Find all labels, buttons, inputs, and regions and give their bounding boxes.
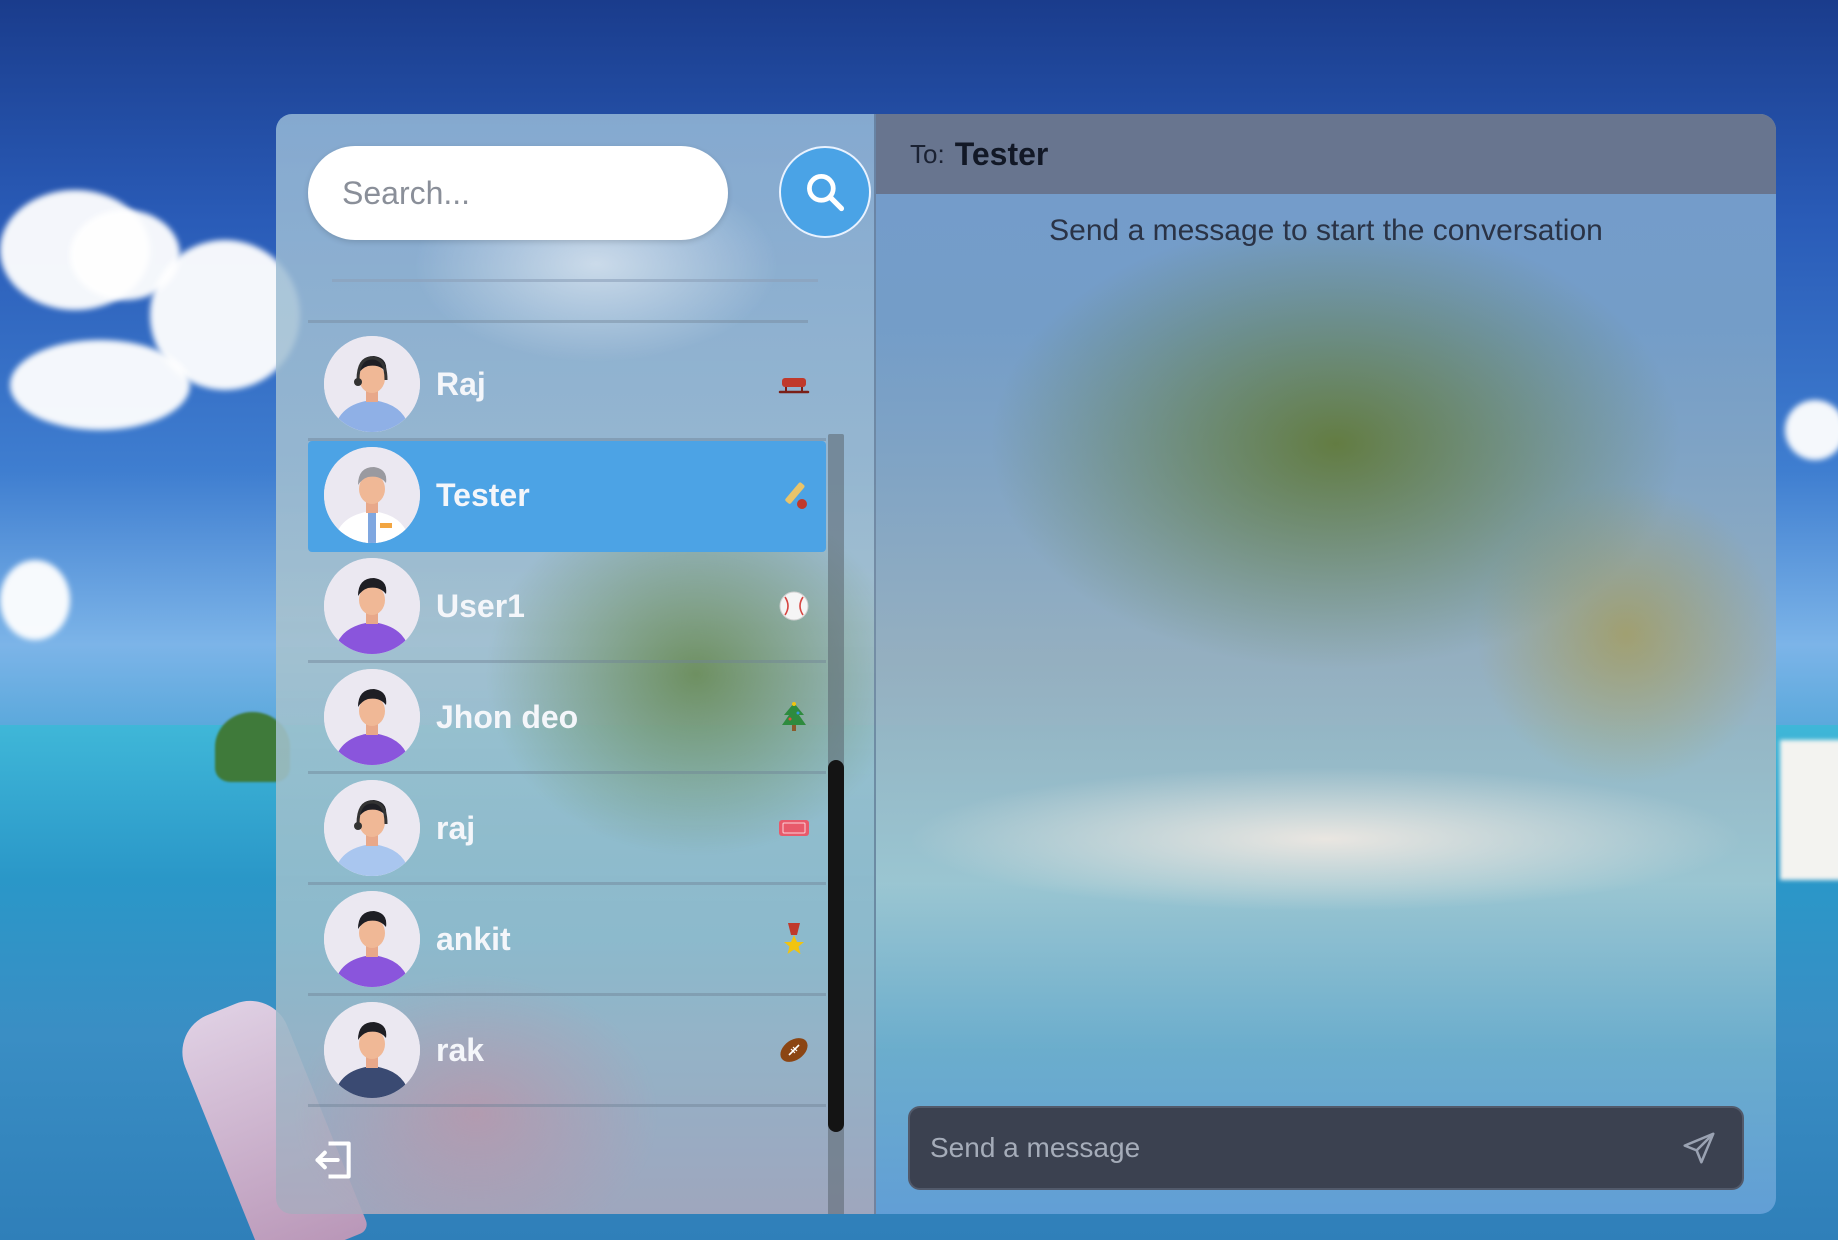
contact-name: Tester: [436, 476, 530, 513]
chat-app: Raj Tester User1 Jhon deo raj ankit: [276, 114, 1776, 1214]
empty-conversation-message: Send a message to start the conversation: [1049, 214, 1603, 247]
search-icon: [807, 174, 845, 212]
contact-item[interactable]: raj: [308, 774, 826, 885]
contact-item[interactable]: Tester: [308, 441, 826, 552]
contact-name: Jhon deo: [436, 698, 579, 735]
admit-ticket-icon: [774, 808, 814, 848]
to-label: To:: [910, 138, 945, 169]
contact-item[interactable]: Jhon deo: [308, 663, 826, 774]
send-button[interactable]: [1674, 1123, 1724, 1173]
contact-item[interactable]: rak: [308, 996, 826, 1107]
search-button[interactable]: [779, 146, 871, 238]
contact-item[interactable]: ankit: [308, 885, 826, 996]
send-icon: [1683, 1132, 1715, 1164]
cloud: [1785, 400, 1838, 460]
cloud: [0, 560, 70, 640]
avatar: [324, 558, 420, 654]
avatar: [324, 891, 420, 987]
avatar: [324, 447, 420, 543]
scrollbar[interactable]: [828, 434, 844, 1214]
christmas-tree-icon: [774, 697, 814, 737]
contact-name: User1: [436, 587, 525, 624]
contact-name: ankit: [436, 920, 511, 957]
sidebar: Raj Tester User1 Jhon deo raj ankit: [276, 114, 876, 1214]
contact-item[interactable]: Raj: [308, 330, 826, 441]
message-input[interactable]: [910, 1131, 1674, 1165]
sled-icon: [774, 364, 814, 404]
message-composer: [908, 1106, 1744, 1190]
divider: [332, 279, 818, 282]
shore: [1780, 740, 1838, 880]
avatar: [324, 336, 420, 432]
divider: [308, 320, 808, 323]
logout-icon: [315, 1141, 351, 1179]
avatar: [324, 669, 420, 765]
scrollbar-thumb[interactable]: [828, 760, 844, 1132]
contact-name: raj: [436, 809, 476, 846]
avatar: [324, 1002, 420, 1098]
cricket-icon: [774, 475, 814, 515]
contact-name: Raj: [436, 365, 486, 402]
recipient-name: Tester: [954, 135, 1049, 172]
football-icon: [774, 1030, 814, 1070]
cloud: [10, 340, 190, 430]
baseball-icon: [774, 586, 814, 626]
contact-name: rak: [436, 1031, 485, 1068]
contact-list-container: Raj Tester User1 Jhon deo raj ankit rak: [308, 320, 842, 1214]
logout-button[interactable]: [312, 1138, 356, 1182]
contact-list[interactable]: Raj Tester User1 Jhon deo raj ankit rak: [308, 330, 826, 1214]
military-medal-icon: [774, 919, 814, 959]
contact-item[interactable]: User1: [308, 552, 826, 663]
search-bar: [308, 146, 871, 242]
search-input[interactable]: [308, 146, 728, 240]
avatar: [324, 780, 420, 876]
chat-header: To: Tester: [876, 114, 1776, 194]
chat-panel: To: Tester Send a message to start the c…: [876, 114, 1776, 1214]
